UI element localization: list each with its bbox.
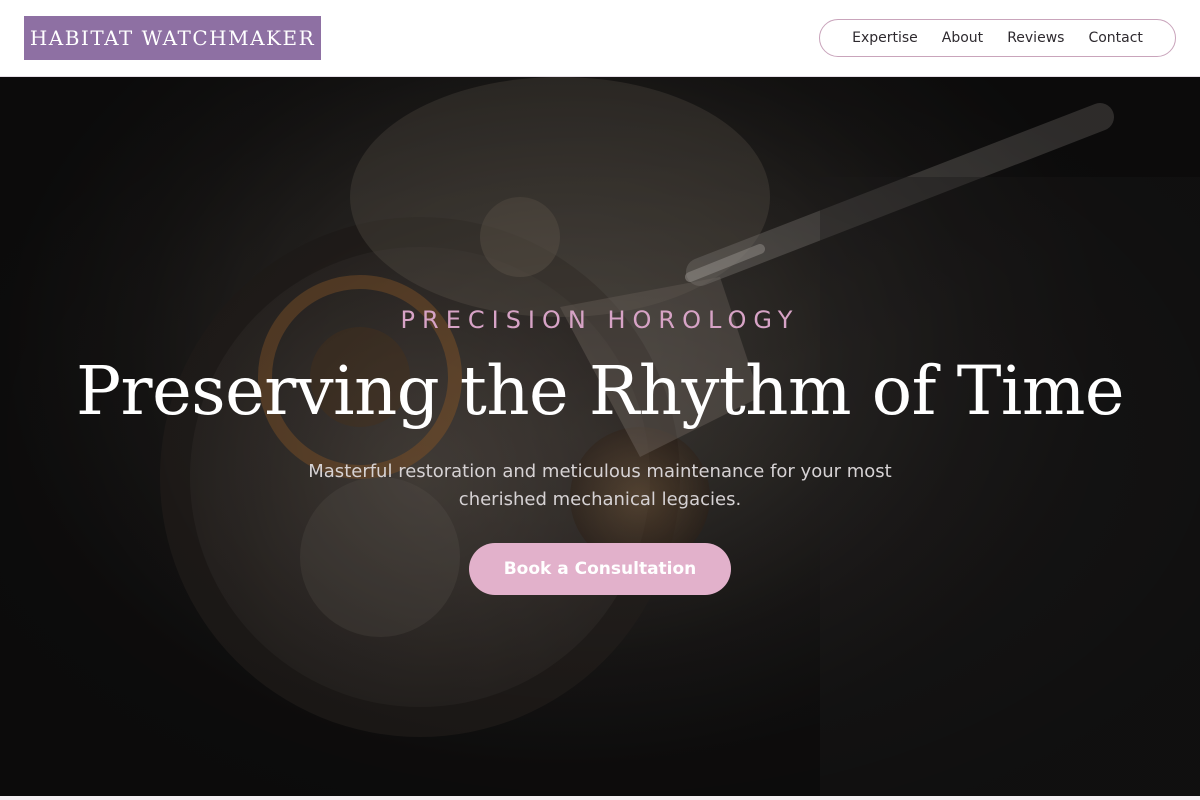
hero-content: PRECISION HOROLOGY Preserving the Rhythm… <box>0 77 1200 796</box>
nav-item-about[interactable]: About <box>942 30 983 46</box>
main-nav: Expertise About Reviews Contact <box>819 19 1176 57</box>
hero-eyebrow: PRECISION HOROLOGY <box>400 306 800 334</box>
nav-item-contact[interactable]: Contact <box>1088 30 1142 46</box>
hero-headline: Preserving the Rhythm of Time <box>75 352 1125 430</box>
top-navigation-bar: HABITAT WATCHMAKER Expertise About Revie… <box>0 0 1200 77</box>
page-bottom-edge <box>0 796 1200 800</box>
hero-section: PRECISION HOROLOGY Preserving the Rhythm… <box>0 77 1200 796</box>
hero-subtext: Masterful restoration and meticulous mai… <box>308 461 892 510</box>
brand-logo[interactable]: HABITAT WATCHMAKER <box>24 16 321 60</box>
nav-item-expertise[interactable]: Expertise <box>852 30 918 46</box>
book-consultation-button[interactable]: Book a Consultation <box>469 543 731 595</box>
nav-item-reviews[interactable]: Reviews <box>1007 30 1064 46</box>
